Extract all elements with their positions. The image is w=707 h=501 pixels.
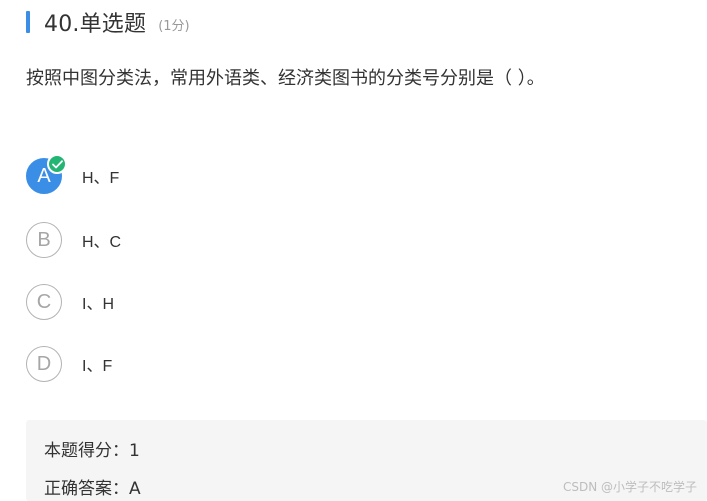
question-stem: 按照中图分类法，常用外语类、经济类图书的分类号分别是（ ）。 [26, 68, 545, 89]
option-a[interactable]: A H、F [26, 154, 120, 195]
score-result: 本题得分：1 [44, 441, 140, 461]
question-title: 40.单选题 [44, 12, 147, 37]
option-c-circle[interactable]: C [26, 284, 62, 320]
watermark: CSDN @小学子不吃学子 [562, 480, 697, 494]
option-d-letter: D [36, 352, 52, 375]
question-score: (1分) [158, 18, 190, 34]
question-header: 40.单选题 (1分) [26, 8, 190, 37]
title-accent-bar [26, 11, 30, 33]
correct-check-icon [47, 154, 67, 174]
option-a-text: H、F [82, 170, 120, 187]
option-b-text: H、C [82, 234, 122, 251]
option-d[interactable]: D I、F [26, 345, 112, 383]
option-c-letter: C [36, 290, 52, 313]
option-b[interactable]: B H、C [26, 221, 121, 259]
option-c-text: I、H [82, 296, 115, 313]
option-b-letter: B [37, 228, 51, 251]
correct-answer: 正确答案：A [44, 479, 141, 499]
option-b-circle[interactable]: B [26, 222, 62, 258]
option-d-text: I、F [82, 358, 113, 375]
option-d-circle[interactable]: D [26, 346, 62, 382]
option-a-circle[interactable]: A [26, 154, 67, 194]
option-c[interactable]: C I、H [26, 283, 114, 321]
